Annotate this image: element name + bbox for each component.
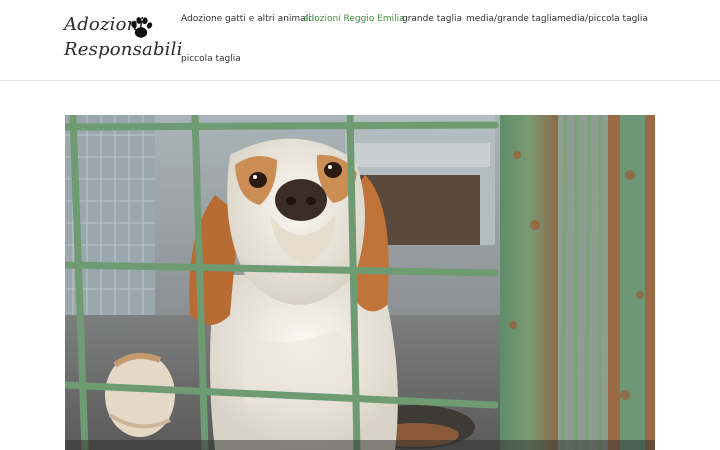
logo-text-line1: Adozioni — [64, 14, 145, 35]
main-navigation: Adozione gatti e altri animali adozioni … — [181, 0, 701, 80]
hero-image — [65, 115, 655, 450]
site-header: Adozioni Responsabili Adozione gatti e a… — [0, 0, 720, 81]
dog-in-cage-photo — [65, 115, 655, 450]
nav-item-grande-taglia[interactable]: grande taglia — [402, 14, 462, 24]
nav-item-media-piccola-taglia[interactable]: media/piccola taglia — [557, 14, 648, 24]
nav-item-adozione-gatti[interactable]: Adozione gatti e altri animali — [181, 14, 311, 24]
nav-item-piccola-taglia[interactable]: piccola taglia — [181, 54, 241, 64]
paw-icon — [131, 17, 153, 38]
nav-item-media-grande-taglia[interactable]: media/grande taglia — [466, 14, 557, 24]
logo-text-line2: Responsabili — [64, 39, 183, 60]
site-logo[interactable]: Adozioni Responsabili — [64, 12, 183, 68]
nav-item-adozioni-reggio-emilia[interactable]: adozioni Reggio Emilia — [303, 14, 405, 24]
